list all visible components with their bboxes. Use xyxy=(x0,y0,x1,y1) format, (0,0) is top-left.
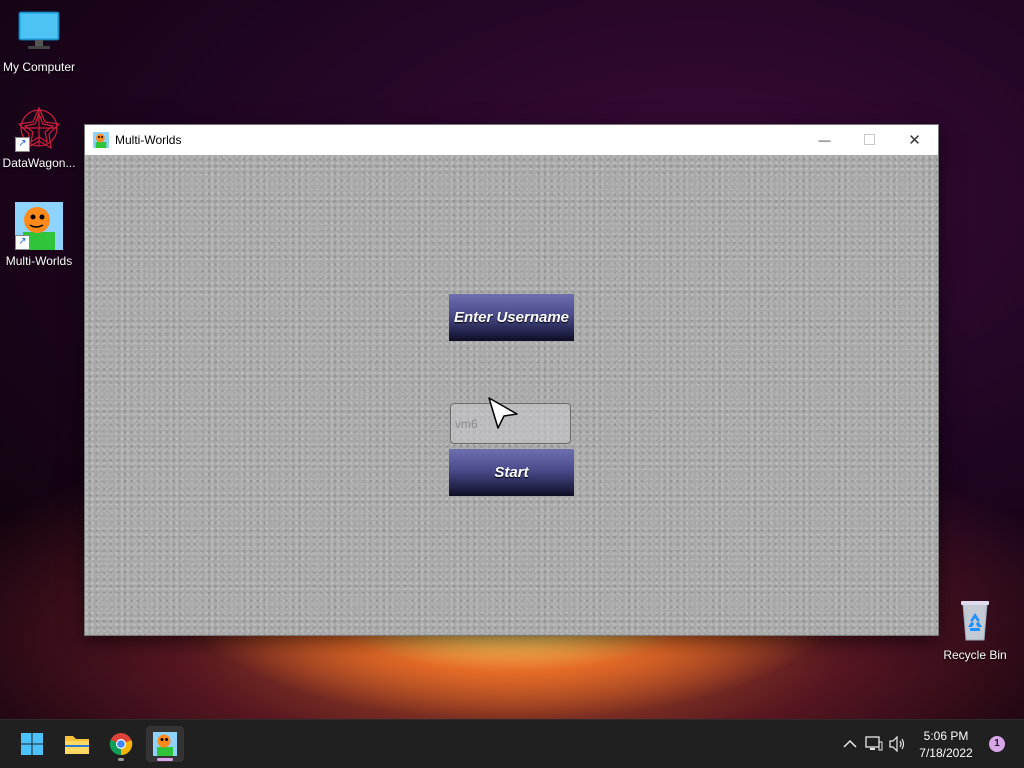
taskbar: 5:06 PM 7/18/2022 1 xyxy=(0,719,1024,768)
desktop-icon-label: My Computer xyxy=(2,60,76,74)
start-button[interactable]: Start xyxy=(449,449,574,496)
maximize-button[interactable]: ☐ xyxy=(847,125,892,155)
enter-username-text: Enter Username xyxy=(453,309,570,326)
taskbar-start-button[interactable] xyxy=(13,726,51,762)
taskbar-multi-worlds[interactable] xyxy=(146,726,184,762)
close-button[interactable]: ✕ xyxy=(892,125,937,155)
taskbar-chrome[interactable] xyxy=(102,726,140,762)
network-icon[interactable] xyxy=(864,734,884,754)
minimize-icon: — xyxy=(818,133,831,147)
desktop-icon-datawagon[interactable]: ↗ DataWagon... xyxy=(0,104,78,170)
game-panel: Enter Username Start xyxy=(85,155,938,635)
desktop-icon-label: Recycle Bin xyxy=(943,648,1007,662)
maximize-icon: ☐ xyxy=(862,132,877,149)
shortcut-arrow-icon: ↗ xyxy=(15,235,30,250)
desktop-icon-recycle-bin[interactable]: Recycle Bin xyxy=(936,596,1014,662)
title-bar[interactable]: Multi-Worlds — ☐ ✕ xyxy=(85,125,938,155)
folder-icon xyxy=(65,736,89,754)
minimize-button[interactable]: — xyxy=(802,125,847,155)
show-hidden-icons-chevron-icon[interactable] xyxy=(840,734,860,754)
multiworlds-character-icon: ↗ xyxy=(15,202,63,250)
chrome-icon xyxy=(109,733,133,756)
running-indicator xyxy=(118,758,124,761)
desktop-icon-my-computer[interactable]: My Computer xyxy=(0,8,78,74)
clock[interactable]: 5:06 PM 7/18/2022 xyxy=(916,728,976,762)
desktop-icon-label: DataWagon... xyxy=(2,156,76,170)
shortcut-arrow-icon: ↗ xyxy=(15,137,30,152)
clock-date: 7/18/2022 xyxy=(919,746,973,760)
close-icon: ✕ xyxy=(908,132,921,149)
notification-badge[interactable]: 1 xyxy=(989,736,1005,752)
window-title: Multi-Worlds xyxy=(115,133,182,147)
app-window: Multi-Worlds — ☐ ✕ Enter Username Start xyxy=(85,125,938,635)
desktop-icon-multi-worlds[interactable]: ↗ Multi-Worlds xyxy=(0,202,78,268)
mouse-cursor-icon xyxy=(488,397,518,429)
multiworlds-character-icon xyxy=(93,132,109,148)
enter-username-label: Enter Username xyxy=(449,294,574,341)
clock-time: 5:06 PM xyxy=(923,729,969,743)
desktop-icon-label: Multi-Worlds xyxy=(5,254,73,268)
datawagon-logo-icon: ↗ xyxy=(15,104,63,152)
system-tray: 5:06 PM 7/18/2022 1 xyxy=(824,720,1024,768)
volume-icon[interactable] xyxy=(888,734,908,754)
windows-start-icon xyxy=(21,733,43,755)
multiworlds-character-icon xyxy=(153,732,177,756)
monitor-icon xyxy=(15,8,63,56)
recycle-bin-icon xyxy=(951,596,999,644)
start-button-label: Start xyxy=(494,464,529,481)
taskbar-file-explorer[interactable] xyxy=(58,726,96,762)
desktop: My Computer ↗ DataWagon... ↗ Multi-World… xyxy=(0,0,1024,768)
active-indicator xyxy=(157,758,173,761)
